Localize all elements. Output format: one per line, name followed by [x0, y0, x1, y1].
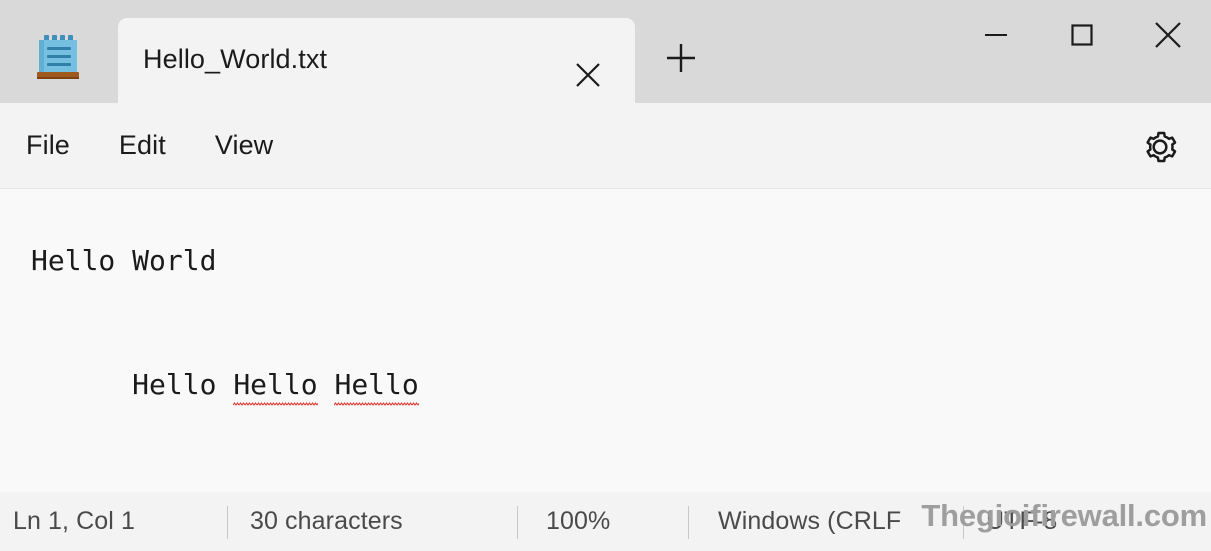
notepad-icon-body	[39, 40, 77, 74]
close-button[interactable]	[1125, 0, 1211, 70]
notepad-window: Hello_World.txt File Edit View Hello Wor…	[0, 0, 1211, 551]
status-cursor-position[interactable]: Ln 1, Col 1	[13, 492, 135, 551]
menu-bar: File Edit View	[0, 103, 1211, 189]
status-separator	[517, 506, 518, 539]
new-tab-button[interactable]	[662, 39, 700, 77]
notepad-icon-line	[47, 47, 71, 50]
settings-button[interactable]	[1140, 127, 1180, 167]
close-icon	[1155, 22, 1181, 48]
window-controls	[953, 0, 1211, 70]
text-editor-area[interactable]: Hello World Hello Hello Hello	[0, 189, 1211, 492]
tab-hello-world[interactable]: Hello_World.txt	[118, 18, 635, 103]
notepad-icon-line	[47, 55, 71, 58]
editor-word-misspelled: Hello	[233, 368, 318, 406]
minimize-icon	[985, 34, 1007, 36]
status-separator	[688, 506, 689, 539]
status-character-count[interactable]: 30 characters	[250, 492, 403, 551]
title-bar: Hello_World.txt	[0, 0, 1211, 103]
menu-item-view[interactable]: View	[215, 130, 273, 161]
status-bar: Ln 1, Col 1 30 characters 100% Windows (…	[0, 492, 1211, 551]
editor-line-2: Hello Hello Hello	[31, 335, 419, 434]
editor-line-1: Hello World	[31, 244, 217, 277]
menu-items: File Edit View	[26, 103, 322, 188]
notepad-icon-line	[47, 63, 71, 66]
minimize-button[interactable]	[953, 0, 1039, 70]
status-separator	[227, 506, 228, 539]
editor-word-space	[318, 368, 335, 401]
menu-item-file[interactable]: File	[26, 130, 70, 161]
maximize-button[interactable]	[1039, 0, 1125, 70]
editor-word-plain: Hello	[132, 368, 234, 401]
editor-word-misspelled: Hello	[334, 368, 419, 406]
status-encoding[interactable]: UTF-8	[986, 492, 1057, 551]
maximize-icon	[1071, 24, 1093, 46]
status-zoom-level[interactable]: 100%	[546, 492, 610, 551]
tab-close-icon[interactable]	[571, 58, 605, 92]
tab-title: Hello_World.txt	[143, 44, 328, 74]
status-row: Ln 1, Col 1 30 characters 100% Windows (…	[0, 492, 1211, 551]
notepad-icon	[36, 31, 80, 81]
plus-icon	[667, 44, 695, 72]
status-line-ending[interactable]: Windows (CRLF	[718, 492, 901, 551]
gear-icon	[1146, 131, 1177, 163]
status-separator	[963, 506, 964, 539]
notepad-icon-base	[37, 72, 79, 79]
menu-item-edit[interactable]: Edit	[119, 130, 166, 161]
